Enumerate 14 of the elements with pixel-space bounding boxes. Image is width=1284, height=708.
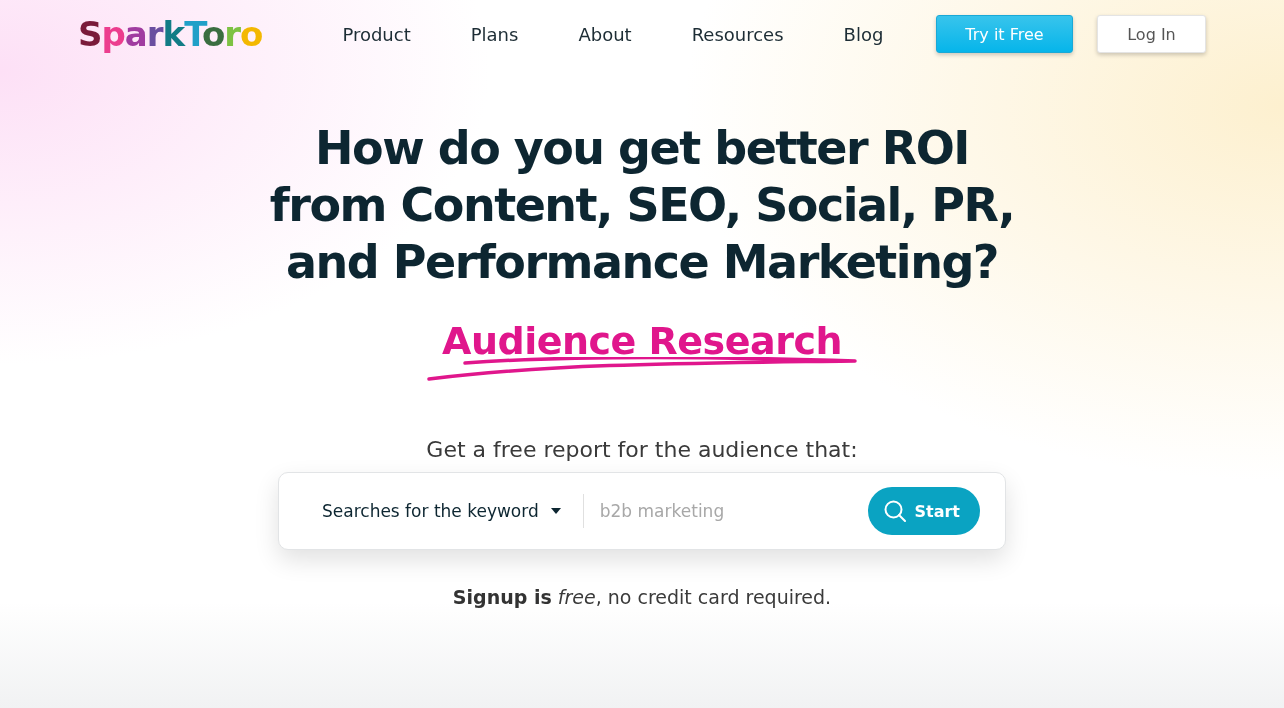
signup-note: Signup is free, no credit card required. xyxy=(452,586,832,608)
nav-link[interactable]: Plans xyxy=(440,23,549,45)
prompt-text: Get a free report for the audience that: xyxy=(426,437,858,462)
nav-link[interactable]: Resources xyxy=(661,23,814,45)
mode-dropdown[interactable]: Searches for the keyword xyxy=(322,501,561,521)
nav-link[interactable]: Blog xyxy=(813,23,914,45)
headline: How do you get better ROI from Content, SEO, Social, PR, and Performance Marketing? xyxy=(268,120,1016,291)
caret-icon xyxy=(550,508,561,514)
search-icon xyxy=(884,500,907,522)
nav-link[interactable]: About xyxy=(548,23,662,45)
logo[interactable]: SparkToro xyxy=(78,14,263,54)
nav-link[interactable]: Product xyxy=(312,23,441,45)
login-button[interactable]: Log In xyxy=(1097,15,1206,53)
highlight-text: Audience Research xyxy=(442,319,842,363)
